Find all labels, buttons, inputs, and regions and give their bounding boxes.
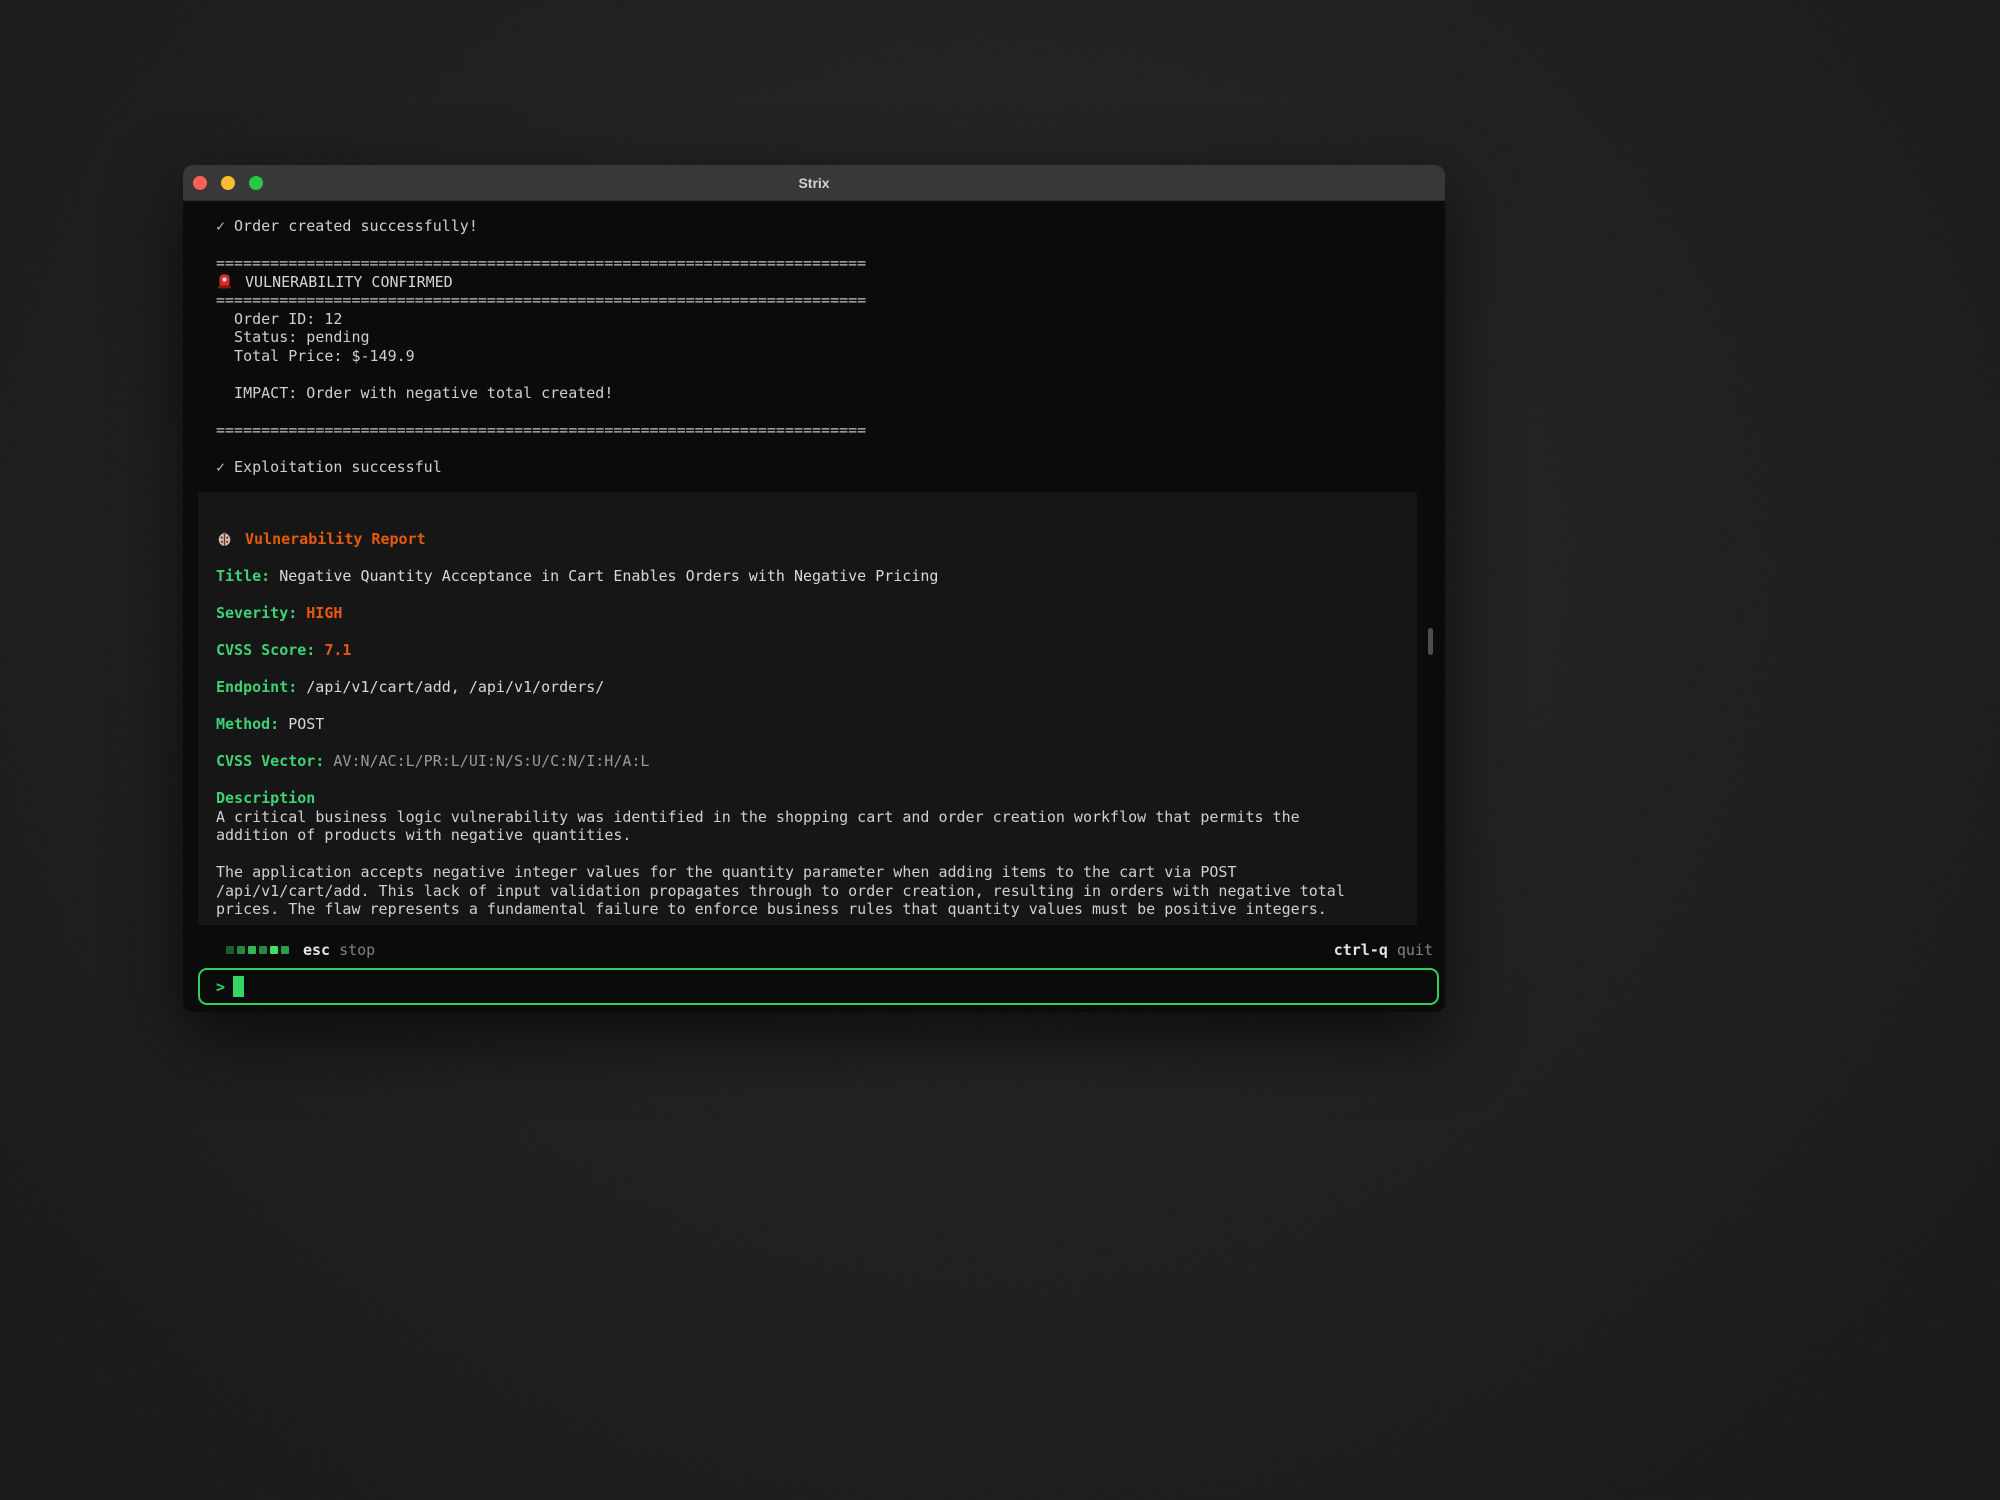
log-output: ✓ Order created successfully! ===========… bbox=[183, 201, 1445, 476]
spinner-square bbox=[259, 946, 267, 954]
activity-spinner bbox=[226, 946, 289, 954]
spinner-square bbox=[270, 946, 278, 954]
report-field-endpoint: Endpoint: /api/v1/cart/add, /api/v1/order… bbox=[216, 678, 1397, 697]
order-status-line: Status: pending bbox=[216, 328, 1445, 347]
check-icon: ✓ bbox=[216, 217, 225, 235]
report-field-cvss-vector: CVSS Vector: AV:N/AC:L/PR:L/UI:N/S:U/C:N/… bbox=[216, 752, 1397, 771]
separator-line: ========================================… bbox=[216, 421, 1445, 440]
field-label: Method: bbox=[216, 715, 279, 733]
log-line: ✓ Order created successfully! bbox=[216, 217, 1445, 236]
vulnerability-confirmed-line: VULNERABILITY CONFIRMED bbox=[216, 273, 1445, 292]
field-label: Endpoint: bbox=[216, 678, 297, 696]
exploitation-message: Exploitation successful bbox=[234, 458, 442, 476]
report-field-method: Method: POST bbox=[216, 715, 1397, 734]
report-field-cvss-score: CVSS Score: 7.1 bbox=[216, 641, 1397, 660]
vulnerability-confirmed-label: VULNERABILITY CONFIRMED bbox=[245, 273, 453, 291]
blank-line bbox=[216, 402, 1445, 421]
report-header-line: Vulnerability Report bbox=[216, 530, 1397, 549]
description-heading: Description bbox=[216, 789, 1397, 808]
esc-key-hint[interactable]: esc bbox=[303, 941, 330, 959]
status-bar-right: ctrl-q quit bbox=[1334, 941, 1433, 959]
report-field-severity: Severity: HIGH bbox=[216, 604, 1397, 623]
field-label: CVSS Score: bbox=[216, 641, 315, 659]
spinner-square bbox=[226, 946, 234, 954]
strix-window: Strix ✓ Order created successfully! =====… bbox=[183, 165, 1445, 1012]
separator-line: ========================================… bbox=[216, 254, 1445, 273]
spinner-square bbox=[281, 946, 289, 954]
field-value: Negative Quantity Acceptance in Cart Ena… bbox=[279, 567, 938, 585]
text-cursor bbox=[233, 976, 244, 997]
vulnerability-report-panel: Vulnerability Report Title: Negative Quan… bbox=[198, 492, 1417, 925]
quit-action-label: quit bbox=[1397, 941, 1433, 959]
description-paragraph-1: A critical business logic vulnerability … bbox=[216, 808, 1397, 845]
field-label: CVSS Vector: bbox=[216, 752, 324, 770]
total-price-line: Total Price: $-149.9 bbox=[216, 347, 1445, 366]
description-paragraph-2: The application accepts negative integer… bbox=[216, 863, 1397, 919]
method-value: POST bbox=[288, 715, 324, 733]
blank-line bbox=[216, 439, 1445, 458]
prompt-icon: > bbox=[216, 978, 225, 996]
cvss-score-value: 7.1 bbox=[324, 641, 351, 659]
check-icon: ✓ bbox=[216, 458, 225, 476]
esc-action-label: stop bbox=[339, 941, 375, 959]
spinner-square bbox=[248, 946, 256, 954]
order-id-line: Order ID: 12 bbox=[216, 310, 1445, 329]
report-header: Vulnerability Report bbox=[245, 530, 426, 548]
report-field-title: Title: Negative Quantity Acceptance in Ca… bbox=[216, 567, 1397, 586]
blank-line bbox=[216, 236, 1445, 255]
quit-key-hint[interactable]: ctrl-q bbox=[1334, 941, 1388, 959]
window-titlebar[interactable]: Strix bbox=[183, 165, 1445, 201]
impact-line: IMPACT: Order with negative total create… bbox=[216, 384, 1445, 403]
severity-badge: HIGH bbox=[306, 604, 342, 622]
order-created-message: Order created successfully! bbox=[234, 217, 478, 235]
bug-icon bbox=[216, 530, 233, 552]
status-bar-left: esc stop bbox=[226, 941, 375, 959]
status-bar: esc stop ctrl-q quit bbox=[183, 940, 1445, 960]
field-label: Title: bbox=[216, 567, 270, 585]
scrollbar-thumb[interactable] bbox=[1428, 628, 1433, 655]
cvss-vector-value: AV:N/AC:L/PR:L/UI:N/S:U/C:N/I:H/A:L bbox=[333, 752, 649, 770]
blank-line bbox=[216, 365, 1445, 384]
endpoint-value: /api/v1/cart/add, /api/v1/orders/ bbox=[306, 678, 604, 696]
spinner-square bbox=[237, 946, 245, 954]
exploitation-line: ✓ Exploitation successful bbox=[216, 458, 1445, 477]
terminal-body: ✓ Order created successfully! ===========… bbox=[183, 201, 1445, 1011]
window-title: Strix bbox=[183, 175, 1445, 191]
separator-line: ========================================… bbox=[216, 291, 1445, 310]
field-label: Severity: bbox=[216, 604, 297, 622]
command-input[interactable]: > bbox=[198, 968, 1439, 1005]
